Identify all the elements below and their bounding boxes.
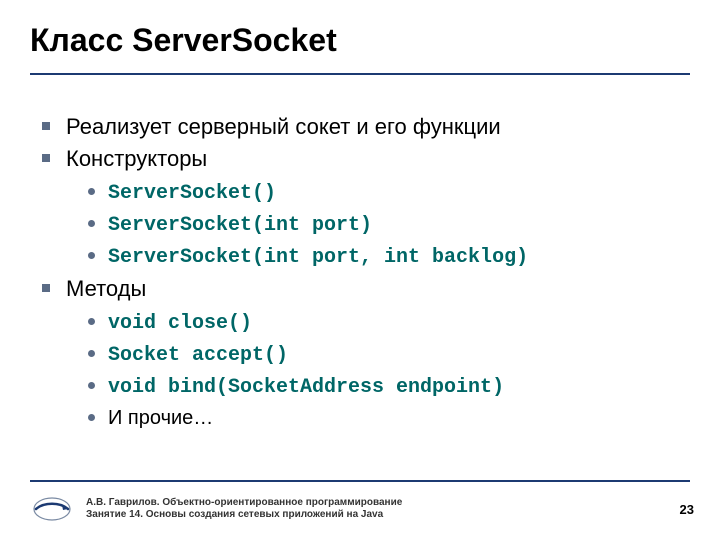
bullet-text: Конструкторы bbox=[66, 146, 207, 171]
logo-icon bbox=[32, 496, 72, 522]
list-item: ServerSocket(int port) bbox=[66, 209, 690, 241]
list-item: И прочие… bbox=[66, 403, 690, 433]
bullet-text: И прочие… bbox=[108, 407, 213, 429]
list-item: Методы void close() Socket accept() void… bbox=[38, 273, 690, 433]
slide: Класс ServerSocket Реализует серверный с… bbox=[0, 0, 720, 540]
bullet-text: Методы bbox=[66, 276, 146, 301]
slide-title: Класс ServerSocket bbox=[30, 22, 690, 59]
list-item: ServerSocket() bbox=[66, 177, 690, 209]
footer-line1: А.В. Гаврилов. Объектно-ориентированное … bbox=[86, 497, 402, 510]
code-text: void bind(SocketAddress endpoint) bbox=[108, 376, 504, 399]
content-area: Реализует серверный сокет и его функции … bbox=[30, 111, 690, 433]
bullet-text: Реализует серверный сокет и его функции bbox=[66, 114, 501, 139]
page-number: 23 bbox=[680, 502, 694, 517]
footer: А.В. Гаврилов. Объектно-ориентированное … bbox=[0, 496, 720, 522]
code-text: ServerSocket(int port, int backlog) bbox=[108, 246, 528, 269]
list-item: Реализует серверный сокет и его функции bbox=[38, 111, 690, 143]
list-item: void bind(SocketAddress endpoint) bbox=[66, 371, 690, 403]
title-divider bbox=[30, 73, 690, 75]
sub-list: ServerSocket() ServerSocket(int port) Se… bbox=[66, 177, 690, 273]
code-text: ServerSocket(int port) bbox=[108, 214, 372, 237]
sub-list: void close() Socket accept() void bind(S… bbox=[66, 307, 690, 433]
list-item: Socket accept() bbox=[66, 339, 690, 371]
list-item: void close() bbox=[66, 307, 690, 339]
bullet-list: Реализует серверный сокет и его функции … bbox=[38, 111, 690, 433]
list-item: ServerSocket(int port, int backlog) bbox=[66, 241, 690, 273]
code-text: void close() bbox=[108, 312, 252, 335]
code-text: Socket accept() bbox=[108, 344, 288, 367]
footer-text: А.В. Гаврилов. Объектно-ориентированное … bbox=[86, 497, 402, 522]
footer-divider bbox=[30, 480, 690, 482]
list-item: Конструкторы ServerSocket() ServerSocket… bbox=[38, 143, 690, 273]
code-text: ServerSocket() bbox=[108, 182, 276, 205]
footer-line2: Занятие 14. Основы создания сетевых прил… bbox=[86, 509, 402, 522]
